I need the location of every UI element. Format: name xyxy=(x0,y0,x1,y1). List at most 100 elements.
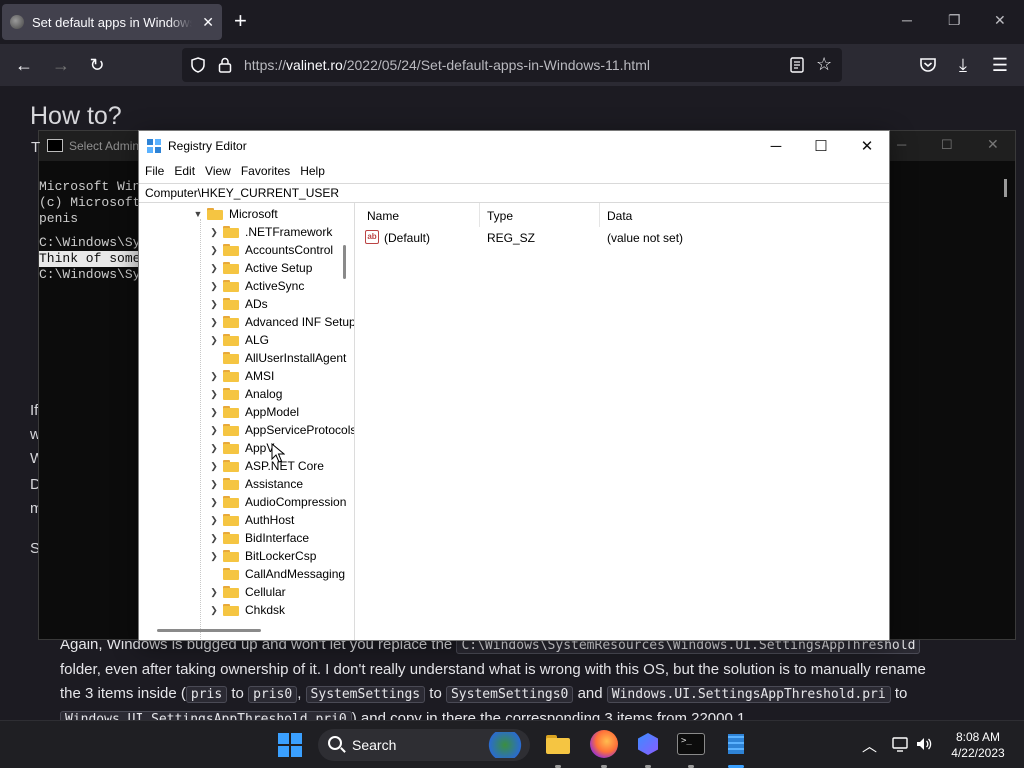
browser-minimize-icon[interactable]: ─ xyxy=(902,12,912,28)
tree-node[interactable]: ❯ AppV xyxy=(207,439,274,457)
tree-node[interactable]: ❯ AudioCompression xyxy=(207,493,346,511)
menu-view[interactable]: View xyxy=(205,161,238,183)
expand-chevron-icon[interactable]: ❯ xyxy=(207,605,221,616)
forward-arrow-icon[interactable]: → xyxy=(50,54,72,76)
taskbar-search-box[interactable]: Search xyxy=(318,729,530,761)
tree-node[interactable]: ❯ .NETFramework xyxy=(207,223,332,241)
tree-horizontal-scrollbar[interactable] xyxy=(157,629,261,632)
bookmark-star-icon[interactable]: ☆ xyxy=(816,54,832,75)
tree-node[interactable]: CallAndMessaging xyxy=(207,565,345,583)
tree-node[interactable]: ❯ BidInterface xyxy=(207,529,309,547)
tree-node[interactable]: ❯ AMSI xyxy=(207,367,274,385)
terminal-icon[interactable] xyxy=(677,733,705,755)
url-text[interactable]: https://valinet.ro/2022/05/24/Set-defaul… xyxy=(244,57,650,73)
tree-node[interactable]: ❯ ADs xyxy=(207,295,267,313)
expand-chevron-icon[interactable]: ❯ xyxy=(207,533,221,544)
show-hidden-icons-chevron-icon[interactable]: ︿ xyxy=(862,735,877,756)
copilot-icon[interactable] xyxy=(634,730,662,758)
column-divider[interactable] xyxy=(599,203,600,227)
table-row[interactable]: ab (Default) REG_SZ (value not set) xyxy=(359,227,889,249)
collapse-chevron-icon[interactable]: ▼ xyxy=(191,209,205,219)
volume-icon[interactable] xyxy=(915,735,933,753)
expand-chevron-icon[interactable]: ❯ xyxy=(207,425,221,436)
tree-node[interactable]: ❯ Active Setup xyxy=(207,259,312,277)
menu-edit[interactable]: Edit xyxy=(174,161,202,183)
tree-node[interactable]: ❯ BitLockerCsp xyxy=(207,547,316,565)
regedit-title-bar[interactable]: Registry Editor ─ ☐ ✕ xyxy=(139,131,889,161)
expand-chevron-icon[interactable]: ❯ xyxy=(207,263,221,274)
lock-icon[interactable] xyxy=(218,57,232,73)
url-bar[interactable]: https://valinet.ro/2022/05/24/Set-defaul… xyxy=(182,48,842,82)
tree-node[interactable]: ❯ AppServiceProtocols xyxy=(207,421,354,439)
expand-chevron-icon[interactable]: ❯ xyxy=(207,497,221,508)
address-bar[interactable]: Computer\HKEY_CURRENT_USER xyxy=(139,183,889,203)
expand-chevron-icon[interactable]: ❯ xyxy=(207,515,221,526)
expand-chevron-icon[interactable]: ❯ xyxy=(207,389,221,400)
console-close-icon[interactable]: ✕ xyxy=(987,136,999,153)
expand-chevron-icon[interactable]: ❯ xyxy=(207,317,221,328)
expand-chevron-icon[interactable]: ❯ xyxy=(207,479,221,490)
tree-node[interactable]: ❯ Chkdsk xyxy=(207,601,285,619)
tree-node[interactable]: ❯ ActiveSync xyxy=(207,277,304,295)
tree-node[interactable]: AllUserInstallAgent xyxy=(207,349,346,367)
expand-chevron-icon[interactable]: ❯ xyxy=(207,407,221,418)
expand-chevron-icon[interactable]: ❯ xyxy=(207,443,221,454)
close-icon[interactable]: ✕ xyxy=(853,136,881,156)
system-clock[interactable]: 8:08 AM 4/22/2023 xyxy=(948,729,1008,761)
firefox-icon[interactable] xyxy=(590,730,618,758)
windows-logo-icon xyxy=(291,733,302,744)
menu-hamburger-icon[interactable]: ☰ xyxy=(989,54,1011,76)
browser-restore-icon[interactable]: ❐ xyxy=(948,12,961,29)
expand-chevron-icon[interactable]: ❯ xyxy=(207,299,221,310)
tree-node[interactable]: ❯ AccountsControl xyxy=(207,241,333,259)
expand-chevron-icon[interactable]: ❯ xyxy=(207,587,221,598)
registry-tree[interactable]: ▼ Microsoft ❯ .NETFramework ❯ AccountsContr… xyxy=(139,203,355,640)
new-tab-icon[interactable]: + xyxy=(234,10,247,32)
tree-node[interactable]: ❯ Analog xyxy=(207,385,282,403)
browser-tab[interactable]: Set default apps in Windows 11 ✕ xyxy=(2,4,222,40)
back-arrow-icon[interactable]: ← xyxy=(13,54,35,76)
tree-node[interactable]: ❯ AppModel xyxy=(207,403,299,421)
menu-help[interactable]: Help xyxy=(300,161,332,183)
tree-node-label: BidInterface xyxy=(245,531,310,545)
tree-node[interactable]: ❯ ASP.NET Core xyxy=(207,457,324,475)
reload-icon[interactable]: ↻ xyxy=(86,54,108,76)
expand-chevron-icon[interactable]: ❯ xyxy=(207,245,221,256)
tree-vertical-scrollbar[interactable] xyxy=(343,245,346,279)
network-icon[interactable] xyxy=(891,735,909,753)
tree-node[interactable]: ❯ Advanced INF Setup xyxy=(207,313,354,331)
shield-icon[interactable] xyxy=(190,57,206,73)
downloads-icon[interactable]: ⤓ xyxy=(952,54,974,76)
close-tab-icon[interactable]: ✕ xyxy=(202,14,214,31)
column-header-name[interactable]: Name xyxy=(367,209,399,223)
file-explorer-icon[interactable] xyxy=(544,730,572,758)
expand-chevron-icon[interactable]: ❯ xyxy=(207,335,221,346)
reader-view-icon[interactable] xyxy=(790,57,804,73)
start-button[interactable] xyxy=(278,733,302,757)
console-scrollbar[interactable] xyxy=(1004,179,1007,197)
tree-node[interactable]: ❯ ALG xyxy=(207,331,269,349)
console-maximize-icon[interactable]: ☐ xyxy=(941,137,953,153)
expand-chevron-icon[interactable]: ❯ xyxy=(207,281,221,292)
menu-file[interactable]: File xyxy=(145,161,171,183)
column-header-type[interactable]: Type xyxy=(487,209,513,223)
registry-editor-taskbar-icon[interactable] xyxy=(722,730,750,758)
expand-chevron-icon[interactable]: ❯ xyxy=(207,371,221,382)
expand-chevron-icon[interactable]: ❯ xyxy=(207,551,221,562)
maximize-icon[interactable]: ☐ xyxy=(807,136,835,156)
pocket-icon[interactable] xyxy=(919,56,937,74)
browser-close-icon[interactable]: ✕ xyxy=(994,12,1006,29)
tree-node[interactable]: ❯ Cellular xyxy=(207,583,285,601)
console-minimize-icon[interactable]: ─ xyxy=(897,137,906,152)
minimize-icon[interactable]: ─ xyxy=(762,136,790,156)
expand-chevron-icon[interactable]: ❯ xyxy=(207,461,221,472)
values-list[interactable]: Name Type Data ab (Default) REG_SZ (valu… xyxy=(359,203,889,640)
expand-chevron-icon[interactable]: ❯ xyxy=(207,227,221,238)
registry-editor-window[interactable]: Registry Editor ─ ☐ ✕ File Edit View Fav… xyxy=(138,130,890,641)
tree-node[interactable]: ❯ Assistance xyxy=(207,475,303,493)
tree-node-microsoft[interactable]: ▼ Microsoft xyxy=(191,205,278,223)
tree-node[interactable]: ❯ AuthHost xyxy=(207,511,294,529)
menu-favorites[interactable]: Favorites xyxy=(241,161,297,183)
column-header-data[interactable]: Data xyxy=(607,209,632,223)
column-divider[interactable] xyxy=(479,203,480,227)
